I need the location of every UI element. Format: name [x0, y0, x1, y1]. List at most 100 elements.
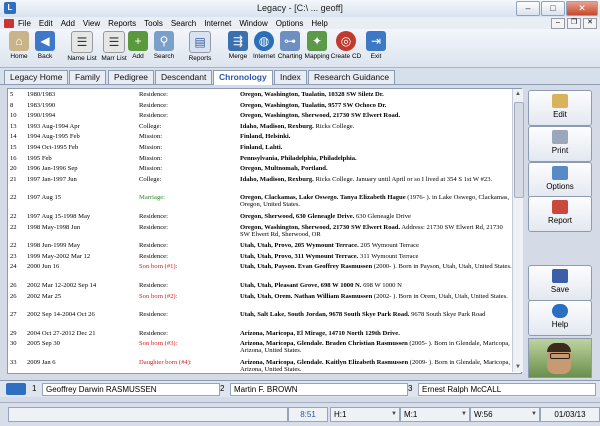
event-type: Son born (#1):	[139, 263, 178, 271]
person-photo[interactable]	[528, 338, 592, 378]
chronology-scrollbar[interactable]: ▲ ▼	[512, 89, 524, 372]
event-date: 1995 Feb	[27, 154, 52, 162]
exit-button[interactable]: ⇥ Exit	[359, 31, 393, 60]
scrollbar-thumb[interactable]	[514, 102, 524, 198]
search-icon: ⚲	[154, 31, 174, 51]
menu-search[interactable]: Search	[171, 19, 196, 28]
edit-person-icon	[552, 94, 568, 108]
event-details: Oregon, Washington, Sherwood, 21730 SW E…	[240, 223, 503, 238]
row-number: 26	[10, 292, 17, 300]
menu-view[interactable]: View	[83, 19, 100, 28]
menu-file[interactable]: File	[18, 19, 31, 28]
menu-options[interactable]: Options	[276, 19, 304, 28]
wife-field[interactable]: W:56 ▼	[470, 407, 540, 422]
event-details: Utah, Utah, Provo, 311 Wymount Terrace. …	[240, 252, 419, 260]
tab-legacy-home[interactable]: Legacy Home	[4, 70, 69, 84]
report-icon	[552, 200, 568, 214]
event-date: 1996 Jan-1996 Sep	[27, 165, 78, 173]
chronology-list[interactable]: 5 1980/1983 Residence: Oregon, Washington, …	[7, 88, 522, 374]
event-date: 1994 Aug-1995 Feb	[27, 133, 80, 141]
list-icon: ☰	[71, 31, 93, 53]
event-date: 1999 May-2002 Mar 12	[27, 252, 91, 260]
book-icon[interactable]	[6, 383, 26, 395]
row-number: 29	[10, 329, 17, 337]
event-type: Residence:	[139, 91, 168, 98]
row-number: 10	[10, 112, 17, 120]
tab-index[interactable]: Index	[274, 70, 307, 84]
event-type: Residence:	[139, 311, 168, 319]
search-button[interactable]: ⚲ Search	[147, 31, 181, 60]
row-number: 30	[10, 340, 17, 348]
mdi-close-button[interactable]: ✕	[583, 18, 597, 29]
tab-chronology[interactable]: Chronology	[213, 70, 273, 85]
options-button[interactable]: Options	[528, 162, 592, 198]
title-bar: L Legacy - [C:\ ... geoff] – □ ✕	[0, 0, 600, 18]
tab-pedigree[interactable]: Pedigree	[108, 70, 155, 84]
house-icon: ⌂	[9, 31, 29, 51]
tab-descendant[interactable]: Descendant	[155, 70, 213, 84]
row-number: 5	[10, 91, 14, 98]
status-message	[8, 407, 288, 422]
menu-add[interactable]: Add	[61, 19, 75, 28]
event-date: 1990/1994	[27, 112, 56, 120]
event-details: Arizona, Maricopa, Glendale. Kaitlyn Eli…	[240, 359, 511, 373]
minimize-button[interactable]: –	[516, 1, 540, 16]
event-details: Oregon, Clackamas, Lake Oswego. Tanya El…	[240, 194, 510, 209]
event-type: Mission:	[139, 133, 163, 141]
mdi-minimize-button[interactable]: –	[551, 18, 565, 29]
tab-family[interactable]: Family	[69, 70, 107, 84]
chevron-down-icon[interactable]: ▼	[531, 408, 537, 421]
marriage-field[interactable]: M:1 ▼	[400, 407, 470, 422]
event-date: 1993 Aug-1994 Apr	[27, 122, 80, 130]
print-button[interactable]: Print	[528, 126, 592, 162]
chart-tree-icon: ⊶	[280, 31, 300, 51]
menu-edit[interactable]: Edit	[39, 19, 53, 28]
document-icon[interactable]	[4, 18, 14, 28]
chevron-down-icon[interactable]: ▼	[391, 408, 397, 421]
report-button[interactable]: Report	[528, 196, 592, 232]
save-button[interactable]: Save	[528, 265, 592, 301]
menu-bar: File Edit Add View Reports Tools Search …	[0, 17, 600, 29]
row-number: 8	[10, 101, 14, 109]
row-number: 22	[10, 242, 17, 250]
row-number: 14	[10, 133, 17, 141]
merge-icon: ⇶	[228, 31, 248, 51]
mdi-restore-button[interactable]: ❐	[567, 18, 581, 29]
save-disk-icon	[552, 269, 568, 283]
close-button[interactable]: ✕	[566, 1, 598, 16]
menu-window[interactable]: Window	[239, 19, 267, 28]
event-type: Mission:	[139, 154, 163, 162]
reports-button[interactable]: ▤ Reports	[183, 31, 217, 62]
row-number: 20	[10, 165, 17, 173]
back-button[interactable]: ◀ Back	[28, 31, 62, 60]
scroll-down-icon[interactable]: ▼	[513, 362, 523, 372]
menu-help[interactable]: Help	[311, 19, 327, 28]
tab-research-guidance[interactable]: Research Guidance	[308, 70, 396, 84]
report-icon: ▤	[189, 31, 211, 53]
scroll-up-icon[interactable]: ▲	[513, 89, 523, 99]
create-cd-button[interactable]: ◎ Create CD	[329, 31, 363, 60]
edit-button[interactable]: Edit	[528, 90, 592, 126]
husband-field[interactable]: H:1 ▼	[330, 407, 400, 422]
help-button[interactable]: Help	[528, 300, 592, 336]
options-icon	[552, 166, 568, 180]
name-list-button[interactable]: ☰ Name List	[65, 31, 99, 62]
map-icon: ✦	[307, 31, 327, 51]
event-type: Residence:	[139, 213, 168, 220]
back-arrow-icon: ◀	[35, 31, 55, 51]
event-type: Residence:	[139, 112, 168, 120]
menu-tools[interactable]: Tools	[144, 19, 163, 28]
view-tabs: Legacy Home Family Pedigree Descendant C…	[0, 68, 600, 85]
menu-reports[interactable]: Reports	[108, 19, 136, 28]
maximize-button[interactable]: □	[541, 1, 565, 16]
event-details: Utah, Utah, Provo, 205 Wymount Terrace. …	[240, 242, 419, 250]
event-details: Utah, Salt Lake, South Jordan, 9678 Sout…	[240, 311, 486, 319]
event-details: Utah, Utah, Pleasant Grove, 698 W 1000 N…	[240, 282, 402, 289]
row-number: 15	[10, 144, 17, 151]
status-bar: 8:51 H:1 ▼ M:1 ▼ W:56 ▼ 01/03/13	[0, 402, 600, 426]
event-type: Son born (#2):	[139, 292, 178, 300]
menu-internet[interactable]: Internet	[204, 19, 231, 28]
status-date: 01/03/13	[540, 407, 600, 422]
event-date: 2002 Mar 25	[27, 292, 62, 300]
chevron-down-icon[interactable]: ▼	[461, 408, 467, 421]
